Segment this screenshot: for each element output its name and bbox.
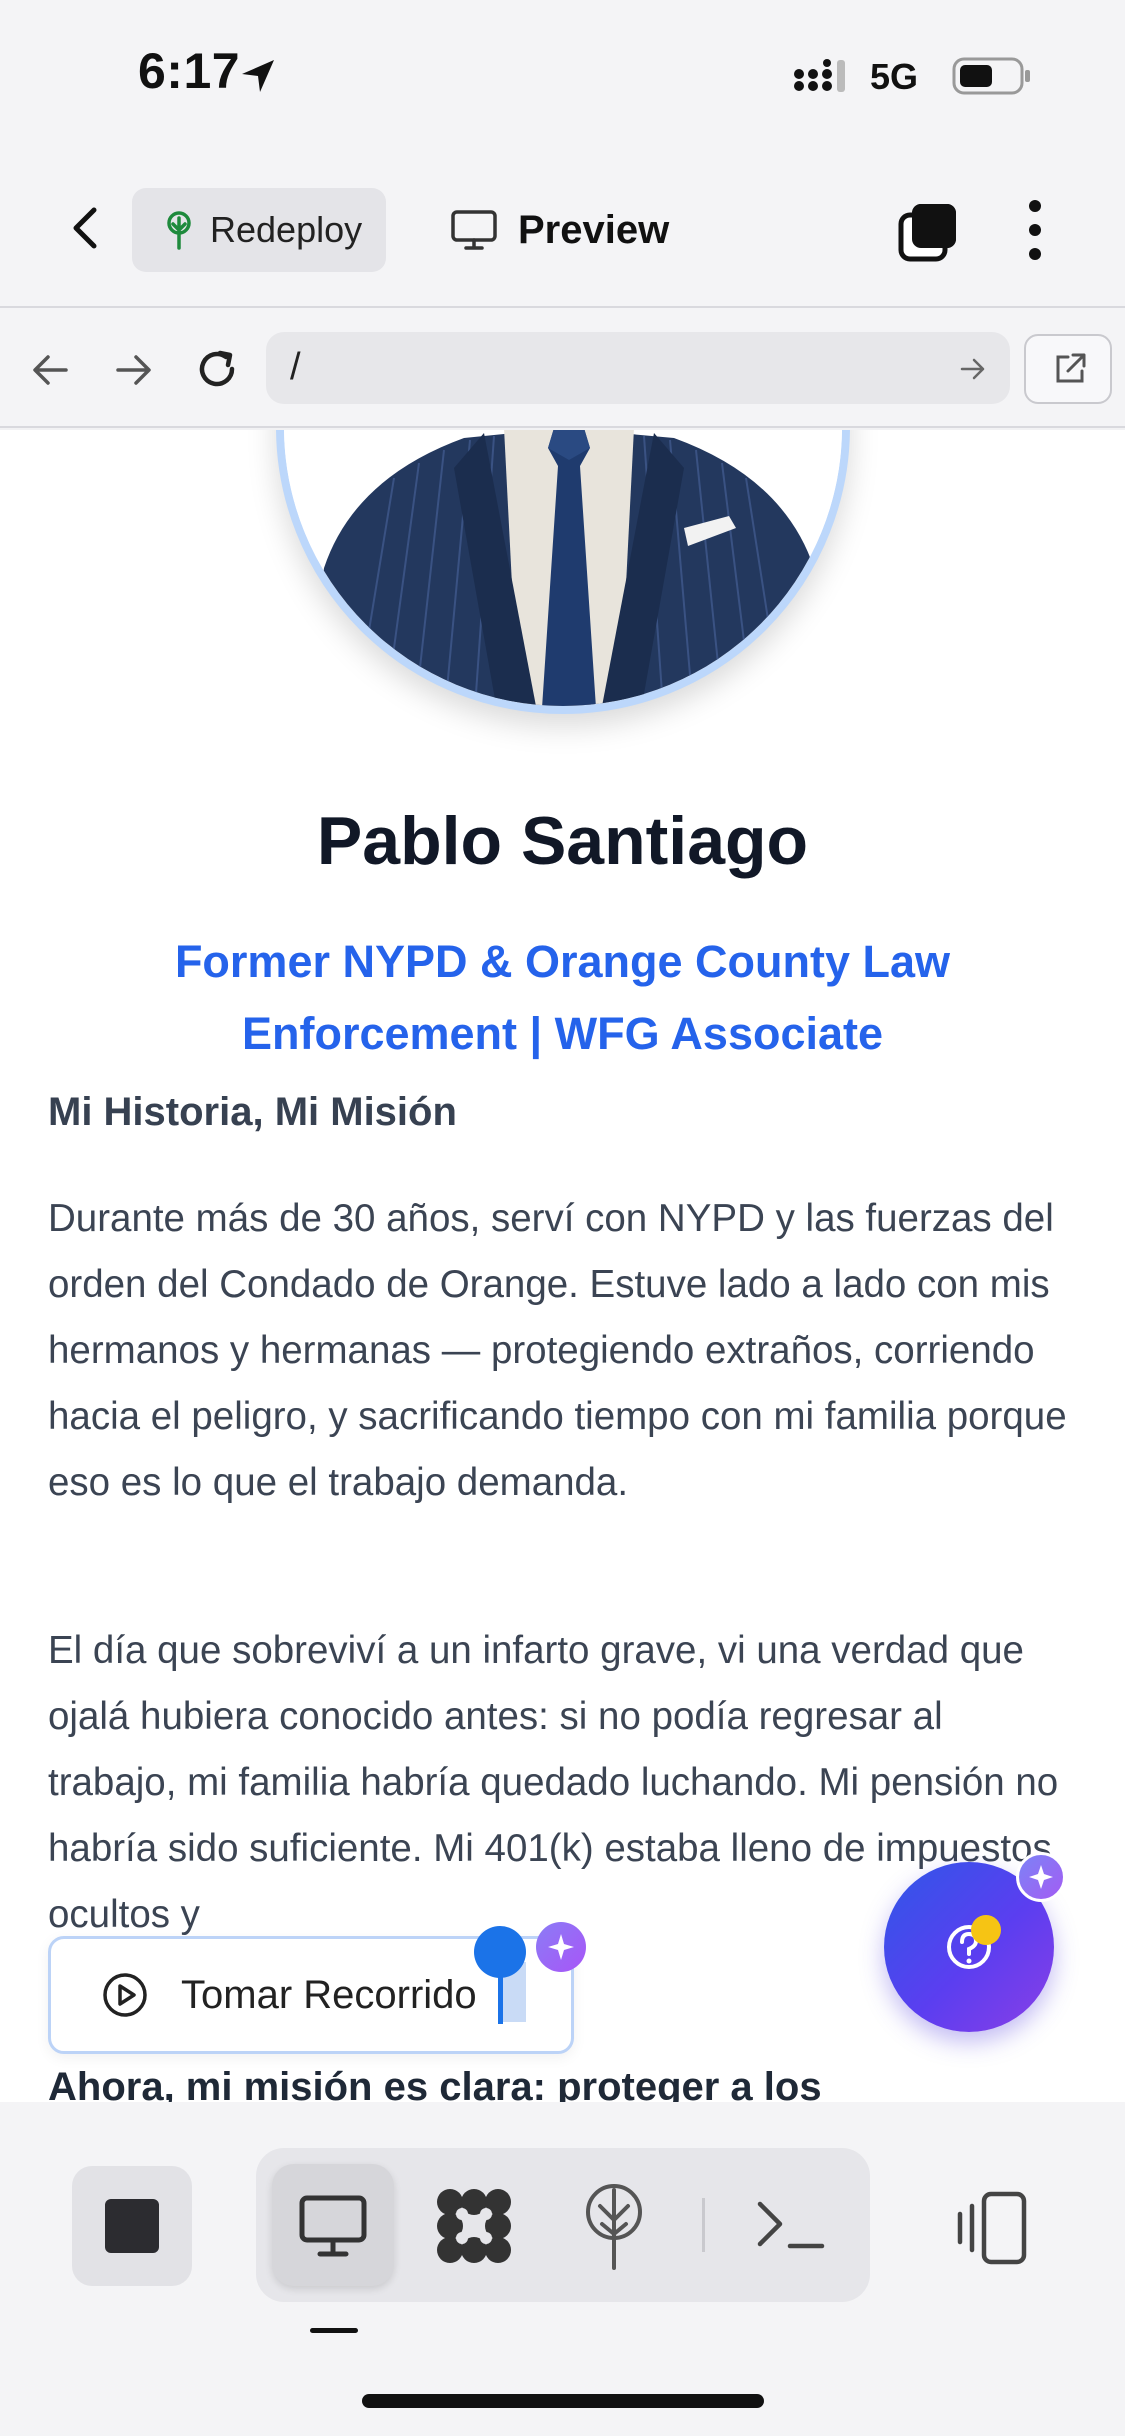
arrow-right-icon[interactable] [112,348,156,392]
more-vert-icon[interactable] [1020,198,1050,262]
caret-handle[interactable] [474,1926,526,1978]
mission-heading: Ahora, mi misión es clara: proteger a lo… [48,2065,822,2102]
desktop-icon [299,2195,367,2257]
preview-button[interactable]: Preview [450,188,669,272]
battery-icon [952,57,1030,95]
profile-name: Pablo Santiago [316,803,809,879]
deploy-tree-icon [167,211,191,250]
tabs-icon[interactable] [898,202,958,262]
location-arrow-icon [242,60,274,92]
stop-icon [105,2199,159,2253]
profile-subtitle: Former NYPD & Orange County Law Enforcem… [174,936,951,1059]
play-circle-icon [103,1973,147,2017]
url-input[interactable]: / [266,332,1010,404]
status-bar: 6:17 5G [0,0,1125,150]
sparkle-icon [1016,1852,1066,1902]
deploy-icon[interactable] [574,2176,654,2276]
arrow-left-icon[interactable] [28,348,72,392]
bottom-toolbar [0,2102,1125,2436]
web-content: Pablo Santiago Former NYPD & Orange Coun… [0,430,1125,2102]
section-heading: Mi Historia, Mi Misión [48,1090,457,1134]
signal-icon [794,59,845,92]
desktop-view-button[interactable] [272,2164,394,2286]
preview-label: Preview [518,207,670,252]
active-indicator [310,2328,358,2333]
arrow-go-icon[interactable] [958,354,988,384]
profile-photo [276,430,850,714]
external-link-icon [1056,353,1086,383]
url-text: / [290,346,301,388]
network-type: 5G [870,56,919,97]
stop-button[interactable] [72,2166,192,2286]
devices-icon[interactable] [954,2190,1030,2266]
reload-icon[interactable] [192,344,242,394]
redeploy-label: Redeploy [210,209,363,250]
redeploy-button[interactable]: Redeploy [132,188,386,272]
suit-portrait-image [284,430,842,706]
back-chevron-icon[interactable] [58,200,114,256]
apps-icon[interactable] [426,2178,522,2274]
home-indicator [362,2394,764,2408]
app-toolbar: Redeploy Preview [0,150,1125,308]
monitor-icon [451,210,497,250]
view-switcher [256,2148,870,2302]
status-time: 6:17 [138,43,241,99]
terminal-icon[interactable] [752,2190,832,2260]
story-paragraph: Durante más de 30 años, serví con NYPD y… [48,1197,1067,1504]
open-external-button[interactable] [1024,334,1112,404]
url-bar: / [0,308,1125,428]
sparkle-icon[interactable] [536,1922,586,1972]
divider [702,2198,705,2252]
take-tour-label: Tomar Recorrido [181,1972,477,2017]
